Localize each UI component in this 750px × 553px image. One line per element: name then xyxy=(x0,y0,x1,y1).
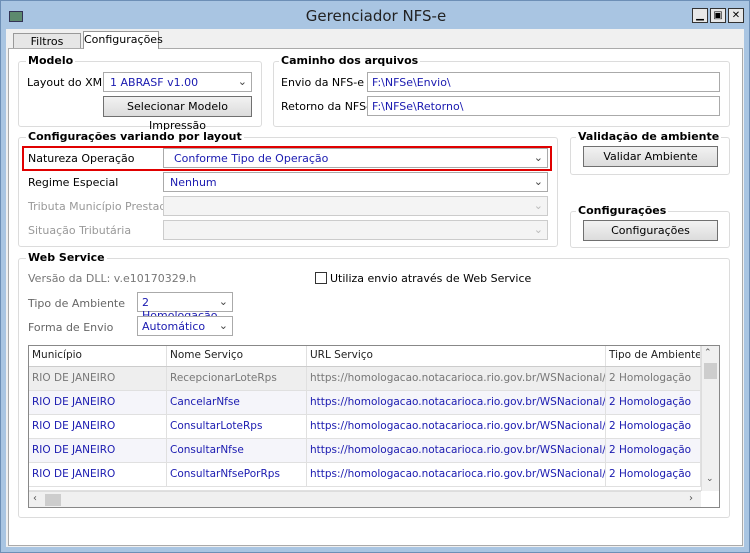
table-row[interactable]: RIO DE JANEIRO ConsultarNfsePorRps https:/… xyxy=(29,463,701,487)
layout-config-title: Configurações variando por layout xyxy=(26,130,244,143)
layout-label: Layout do XML xyxy=(27,76,109,89)
natureza-label: Natureza Operação xyxy=(28,152,135,165)
table-cell[interactable]: RIO DE JANEIRO xyxy=(29,439,167,462)
table-row[interactable]: RIO DE JANEIRO ConsultarNfse https://homol… xyxy=(29,439,701,463)
chevron-down-icon: ⌄ xyxy=(218,319,228,332)
table-cell[interactable]: RIO DE JANEIRO xyxy=(29,415,167,438)
webservice-title: Web Service xyxy=(26,251,107,264)
column-header[interactable]: Tipo de Ambiente xyxy=(606,346,701,366)
situacao-label: Situação Tributária xyxy=(28,224,132,237)
chevron-down-icon: ⌄ xyxy=(533,175,543,188)
dll-version: Versão da DLL: v.e10170329.h xyxy=(28,272,197,285)
table-cell[interactable]: RIO DE JANEIRO xyxy=(29,463,167,486)
table-cell[interactable]: 2 Homologação xyxy=(606,439,701,462)
caminho-title: Caminho dos arquivos xyxy=(279,54,421,67)
scroll-up-icon[interactable]: ⌃ xyxy=(704,348,712,358)
chevron-down-icon: ⌄ xyxy=(237,75,247,88)
natureza-value: Conforme Tipo de Operação xyxy=(174,152,329,165)
table-row[interactable]: RIO DE JANEIRO CancelarNfse https://homolo… xyxy=(29,391,701,415)
maximize-button[interactable]: ▣ xyxy=(710,8,726,23)
chevron-down-icon: ⌄ xyxy=(533,223,543,236)
tab-filtros[interactable]: Filtros xyxy=(13,33,81,49)
scroll-right-icon[interactable]: › xyxy=(689,493,693,504)
table-cell[interactable]: ConsultarNfsePorRps xyxy=(167,463,307,486)
tributa-combo[interactable]: ⌄ xyxy=(163,196,548,216)
utiliza-label: Utiliza envio através de Web Service xyxy=(330,272,532,285)
retorno-label: Retorno da NFS-e xyxy=(281,100,377,113)
tab-configuracoes[interactable]: Configurações xyxy=(83,31,163,49)
table-cell[interactable]: ConsultarNfse xyxy=(167,439,307,462)
layout-combo[interactable]: 1 ABRASF v1.00 ⌄ xyxy=(103,72,252,92)
regime-combo[interactable]: Nenhum ⌄ xyxy=(163,172,548,192)
select-model-button[interactable]: Selecionar Modelo Impressão xyxy=(103,96,252,132)
situacao-combo[interactable]: ⌄ xyxy=(163,220,548,240)
forma-envio-value: Automático xyxy=(142,320,206,333)
tributa-label: Tributa Município Prestador xyxy=(28,200,178,213)
scroll-down-icon[interactable]: ⌄ xyxy=(706,474,714,484)
envio-label: Envio da NFS-e xyxy=(281,76,365,89)
table-cell[interactable]: 2 Homologação xyxy=(606,367,701,390)
close-button[interactable]: ✕ xyxy=(728,8,744,23)
regime-value: Nenhum xyxy=(170,176,217,189)
vertical-scrollbar[interactable]: ⌃ ⌄ xyxy=(701,346,719,491)
window-title: Gerenciador NFS-e xyxy=(305,7,447,25)
validacao-title: Validação de ambiente xyxy=(576,130,722,143)
layout-value: 1 ABRASF v1.00 xyxy=(110,76,199,89)
configuracoes-title: Configurações xyxy=(576,204,669,217)
horizontal-scrollbar[interactable]: ‹ › xyxy=(29,491,701,507)
retorno-input[interactable]: F:\NFSe\Retorno\ xyxy=(367,96,720,116)
column-header[interactable]: Município xyxy=(29,346,167,366)
chevron-down-icon: ⌄ xyxy=(218,295,228,308)
scroll-thumb[interactable] xyxy=(704,363,717,379)
table-cell[interactable]: https://homologacao.notacarioca.rio.gov.… xyxy=(307,391,606,414)
scroll-thumb[interactable] xyxy=(45,494,61,506)
table-row[interactable]: RIO DE JANEIRO RecepcionarLoteRps https://… xyxy=(29,367,701,391)
table-cell[interactable]: https://homologacao.notacarioca.rio.gov.… xyxy=(307,415,606,438)
table-cell[interactable]: 2 Homologação xyxy=(606,463,701,486)
regime-label: Regime Especial xyxy=(28,176,119,189)
modelo-group xyxy=(18,61,262,127)
table-cell[interactable]: 2 Homologação xyxy=(606,415,701,438)
validar-ambiente-button[interactable]: Validar Ambiente xyxy=(583,146,718,167)
table-cell[interactable]: 2 Homologação xyxy=(606,391,701,414)
envio-input[interactable]: F:\NFSe\Envio\ xyxy=(367,72,720,92)
forma-envio-combo[interactable]: Automático ⌄ xyxy=(137,316,233,336)
minimize-button[interactable]: ▁ xyxy=(692,8,708,23)
scroll-left-icon[interactable]: ‹ xyxy=(33,493,37,504)
chevron-down-icon: ⌄ xyxy=(533,151,543,164)
table-cell[interactable]: RIO DE JANEIRO xyxy=(29,391,167,414)
tipo-ambiente-combo[interactable]: 2 Homologação⌄ xyxy=(137,292,233,322)
modelo-title: Modelo xyxy=(26,54,76,67)
table-cell[interactable]: RIO DE JANEIRO xyxy=(29,367,167,390)
forma-envio-label: Forma de Envio xyxy=(28,321,114,334)
caminho-group xyxy=(273,61,730,127)
grid-header: Município Nome Serviço URL Serviço Tipo … xyxy=(29,346,701,367)
natureza-combo[interactable]: Conforme Tipo de Operação ⌄ xyxy=(163,148,548,168)
table-cell[interactable]: https://homologacao.notacarioca.rio.gov.… xyxy=(307,463,606,486)
table-cell[interactable]: RecepcionarLoteRps xyxy=(167,367,307,390)
table-cell[interactable]: https://homologacao.notacarioca.rio.gov.… xyxy=(307,367,606,390)
configuracoes-button[interactable]: Configurações xyxy=(583,220,718,241)
table-row[interactable]: RIO DE JANEIRO ConsultarLoteRps https://ho… xyxy=(29,415,701,439)
column-header[interactable]: Nome Serviço xyxy=(167,346,307,366)
chevron-down-icon: ⌄ xyxy=(533,199,543,212)
table-cell[interactable]: CancelarNfse xyxy=(167,391,307,414)
utiliza-checkbox[interactable] xyxy=(315,272,327,284)
column-header[interactable]: URL Serviço xyxy=(307,346,606,366)
table-cell[interactable]: ConsultarLoteRps xyxy=(167,415,307,438)
table-cell[interactable]: https://homologacao.notacarioca.rio.gov.… xyxy=(307,439,606,462)
services-grid: Município Nome Serviço URL Serviço Tipo … xyxy=(28,345,720,508)
tipo-ambiente-label: Tipo de Ambiente xyxy=(28,297,125,310)
